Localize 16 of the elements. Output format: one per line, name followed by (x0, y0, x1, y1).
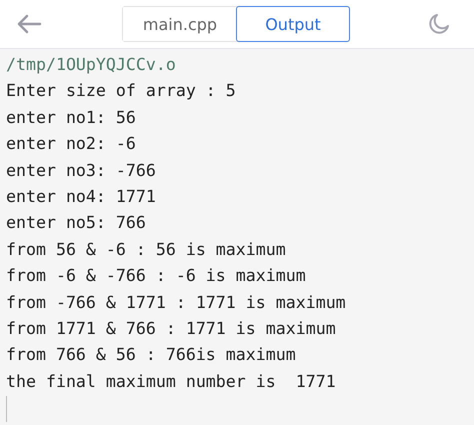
output-line: the final maximum number is 1771 (6, 370, 337, 393)
moon-icon[interactable] (428, 13, 450, 35)
file-path: /tmp/1OUpYQJCCv.o (6, 54, 177, 76)
output-line: from 1771 & 766 : 1771 is maximum (6, 318, 337, 340)
output-line: enter no3: -766 (6, 160, 157, 182)
output-line: enter no4: 1771 (6, 186, 157, 208)
output-line: enter no2: -6 (6, 133, 137, 156)
output-line: from -6 & -766 : -6 is maximum (6, 265, 307, 288)
output-line: from -766 & 1771 : 1771 is maximum (6, 292, 347, 314)
output-line: Enter size of array : 5 (6, 80, 237, 102)
output-line: from 766 & 56 : 766is maximum (6, 344, 297, 366)
output-line: from 56 & -6 : 56 is maximum (6, 238, 287, 261)
output-line: enter no5: 766 (6, 212, 147, 234)
output-line: enter no1: 56 (6, 106, 137, 129)
back-icon[interactable] (16, 14, 42, 34)
tab[interactable]: Output (236, 6, 350, 42)
